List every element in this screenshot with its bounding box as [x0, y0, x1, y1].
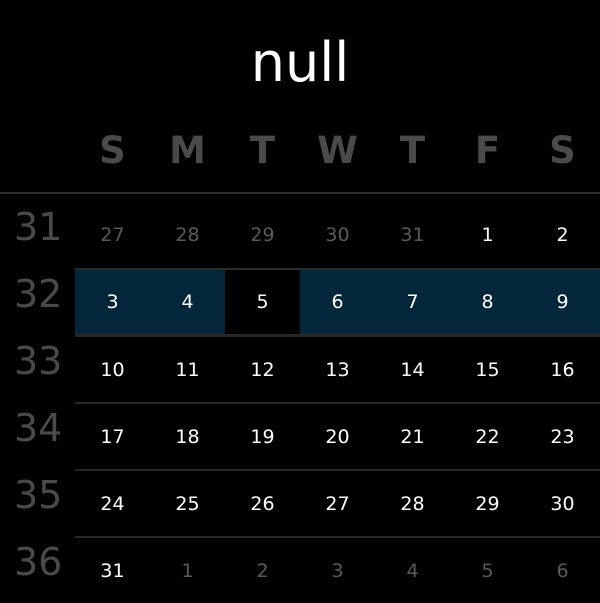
week-row[interactable]: 10 11 12 13 14 15 16 [75, 335, 600, 402]
day-cell[interactable]: 6 [525, 538, 600, 603]
day-cell[interactable]: 8 [450, 270, 525, 334]
day-cell[interactable]: 4 [150, 270, 225, 334]
week-row[interactable]: 27 28 29 30 31 1 2 [75, 201, 600, 268]
day-cell[interactable]: 21 [375, 404, 450, 469]
day-cell[interactable]: 2 [525, 202, 600, 268]
calendar-title: null [250, 31, 350, 94]
week-row[interactable]: 17 18 19 20 21 22 23 [75, 402, 600, 469]
day-cell[interactable]: 18 [150, 404, 225, 469]
day-cell[interactable]: 5 [450, 538, 525, 603]
day-cell[interactable]: 17 [75, 404, 150, 469]
day-cell[interactable]: 22 [450, 404, 525, 469]
day-cell[interactable]: 20 [300, 404, 375, 469]
week-row[interactable]: 24 25 26 27 28 29 30 [75, 469, 600, 536]
day-cell[interactable]: 30 [525, 471, 600, 536]
day-cell[interactable]: 11 [150, 337, 225, 402]
day-cell[interactable]: 14 [375, 337, 450, 402]
week-number: 35 [14, 473, 63, 517]
day-cell[interactable]: 9 [525, 270, 600, 334]
week-number: 31 [14, 205, 63, 249]
day-cell[interactable]: 24 [75, 471, 150, 536]
day-cell[interactable]: 23 [525, 404, 600, 469]
week-row[interactable]: 31 1 2 3 4 5 6 [75, 536, 600, 603]
day-cell[interactable]: 4 [375, 538, 450, 603]
weekday-label-thursday: T [399, 128, 426, 172]
week-number-column: 31 32 33 34 35 36 [0, 194, 75, 596]
day-cell[interactable]: 30 [300, 202, 375, 268]
day-cell[interactable]: 12 [225, 337, 300, 402]
header-divider [0, 192, 600, 194]
week-number: 34 [14, 406, 63, 450]
day-cell[interactable]: 26 [225, 471, 300, 536]
day-cell[interactable]: 28 [150, 202, 225, 268]
day-cell[interactable]: 6 [300, 270, 375, 334]
week-row-selected[interactable]: 3456789 [75, 268, 600, 335]
day-cell[interactable]: 10 [75, 337, 150, 402]
day-cell[interactable]: 2 [225, 538, 300, 603]
day-cell[interactable]: 1 [450, 202, 525, 268]
day-cell[interactable]: 28 [375, 471, 450, 536]
day-cell[interactable]: 29 [450, 471, 525, 536]
day-cell[interactable]: 31 [375, 202, 450, 268]
day-cell[interactable]: 25 [150, 471, 225, 536]
day-cell[interactable]: 19 [225, 404, 300, 469]
calendar-grid: 27 28 29 30 31 1 2 3 4 5 6 7 8 9 10 11 12 13 14 15 16 17 18 19 2… [75, 201, 600, 603]
weekday-label-wednesday: W [317, 128, 358, 172]
day-cell[interactable]: 27 [75, 202, 150, 268]
day-cell-today[interactable]: 5 [225, 270, 300, 334]
weekday-label-monday: M [169, 128, 206, 172]
day-cell[interactable]: 16 [525, 337, 600, 402]
weekday-label-saturday: S [549, 128, 576, 172]
weekday-header: S M T W T F S [75, 120, 600, 180]
week-number: 36 [14, 540, 63, 584]
day-cell[interactable]: 7 [375, 270, 450, 334]
day-cell[interactable]: 1 [150, 538, 225, 603]
weekday-label-tuesday: T [249, 128, 276, 172]
day-cell[interactable]: 3 [75, 270, 150, 334]
week-number: 32 [14, 272, 63, 316]
weekday-label-friday: F [474, 128, 501, 172]
day-cell[interactable]: 3 [300, 538, 375, 603]
weekday-label-sunday: S [99, 128, 126, 172]
week-number: 33 [14, 339, 63, 383]
day-cell[interactable]: 29 [225, 202, 300, 268]
day-cell[interactable]: 27 [300, 471, 375, 536]
day-cell[interactable]: 31 [75, 538, 150, 603]
day-cell[interactable]: 15 [450, 337, 525, 402]
day-cell[interactable]: 13 [300, 337, 375, 402]
